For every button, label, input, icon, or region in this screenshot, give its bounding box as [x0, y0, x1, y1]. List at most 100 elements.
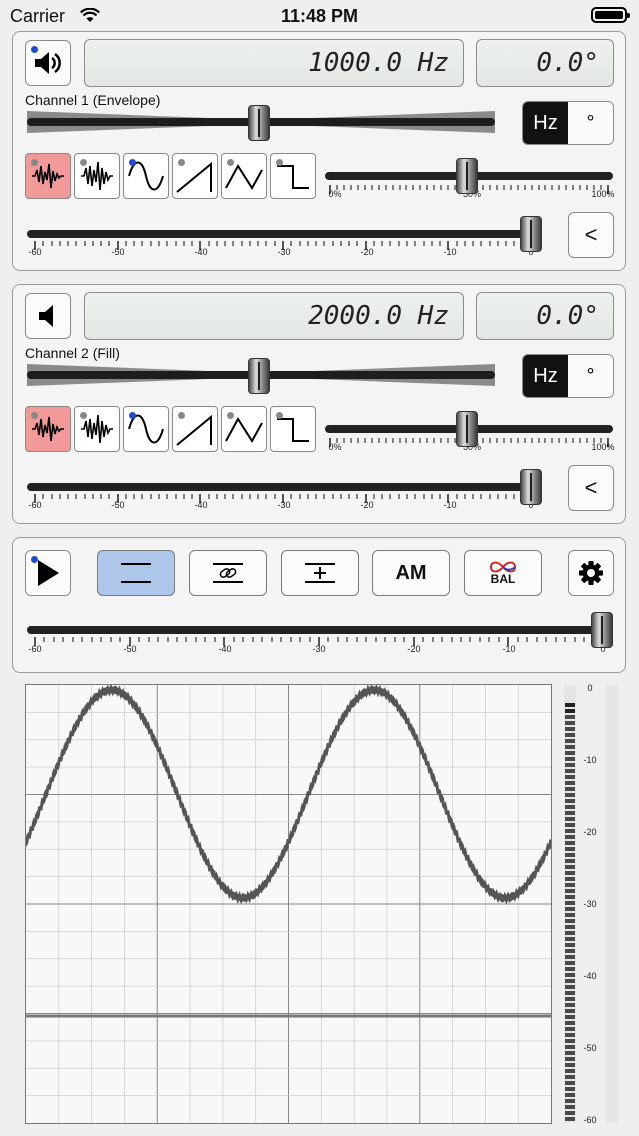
- meter-segment: [565, 745, 575, 749]
- am-button[interactable]: AM: [372, 550, 450, 596]
- mode-separate-button[interactable]: [97, 550, 175, 596]
- meter-segment: [565, 799, 575, 803]
- channel-2-fine-tune-knob[interactable]: [248, 358, 270, 394]
- channel-1-wave-white-noise[interactable]: [74, 153, 120, 199]
- meter-segment: [565, 721, 575, 725]
- channel-1-duty-knob[interactable]: [456, 158, 478, 194]
- channel-2-label: Channel 2 (Fill): [25, 345, 120, 361]
- meter-segment: [565, 913, 575, 917]
- balance-button[interactable]: BAL: [464, 550, 542, 596]
- meter-segment: [565, 715, 575, 719]
- meter-segment: [565, 991, 575, 995]
- meter-segment: [565, 1093, 575, 1097]
- level-label: -40: [194, 247, 208, 257]
- meter-segment: [565, 787, 575, 791]
- channel-1-panel: 1000.0 Hz 0.0° Channel 1 (Envelope) Hz °…: [12, 31, 626, 271]
- channel-2-wave-square[interactable]: [270, 406, 316, 452]
- channel-1-fine-tune-knob[interactable]: [248, 105, 270, 141]
- channel-1-wave-sine[interactable]: [123, 153, 169, 199]
- unit-hz-option[interactable]: Hz: [523, 355, 568, 397]
- speaker-on-icon: [35, 52, 61, 74]
- level-label: -40: [194, 500, 208, 510]
- sum-icon: [305, 563, 335, 583]
- mode-link-button[interactable]: [189, 550, 267, 596]
- meter-segment: [565, 811, 575, 815]
- meter-segment: [565, 967, 575, 971]
- channel-1-unit-toggle[interactable]: Hz °: [522, 101, 614, 145]
- play-button[interactable]: [25, 550, 71, 596]
- mode-sum-button[interactable]: [281, 550, 359, 596]
- meter-segment: [565, 979, 575, 983]
- meter-label: -40: [583, 971, 597, 981]
- meter-segment: [565, 757, 575, 761]
- meter-segment: [565, 1045, 575, 1049]
- duty-max-label: 100%: [591, 189, 615, 199]
- channel-1-phase-display[interactable]: 0.0°: [476, 39, 614, 87]
- channel-2-level-knob[interactable]: [520, 469, 542, 505]
- active-indicator: [31, 556, 38, 563]
- channel-2-wave-sawtooth[interactable]: [172, 406, 218, 452]
- speaker-muted-icon: [39, 305, 53, 327]
- meter-segment: [565, 943, 575, 947]
- channel-2-duty-knob[interactable]: [456, 411, 478, 447]
- battery-icon: [591, 7, 630, 23]
- level-meter-right-channel: [606, 685, 618, 1123]
- meter-segment: [565, 841, 575, 845]
- channel-1-wave-sawtooth[interactable]: [172, 153, 218, 199]
- level-label: -50: [111, 247, 125, 257]
- oscilloscope-display: [24, 683, 553, 1124]
- meter-label: 0: [587, 683, 593, 693]
- channel-1-frequency-display[interactable]: 1000.0 Hz: [84, 39, 464, 87]
- settings-button[interactable]: [568, 550, 614, 596]
- unit-degree-option[interactable]: °: [568, 355, 613, 397]
- meter-segment: [565, 793, 575, 797]
- level-label: -60: [28, 500, 42, 510]
- meter-label: -50: [583, 1043, 597, 1053]
- meter-segment: [565, 889, 575, 893]
- master-level-label: -50: [123, 644, 137, 654]
- channel-1-back-button[interactable]: <: [568, 212, 614, 258]
- level-meter-bars: [564, 685, 576, 1123]
- level-label: -50: [111, 500, 125, 510]
- channel-1-level-knob[interactable]: [520, 216, 542, 252]
- channel-1-wave-pink-noise[interactable]: [25, 153, 71, 199]
- channel-2-frequency-display[interactable]: 2000.0 Hz: [84, 292, 464, 340]
- channel-2-wave-pink-noise[interactable]: [25, 406, 71, 452]
- channel-1-wave-triangle[interactable]: [221, 153, 267, 199]
- meter-segment: [565, 1063, 575, 1067]
- meter-segment: [565, 835, 575, 839]
- unit-hz-option[interactable]: Hz: [523, 102, 568, 144]
- channel-2-speaker-button[interactable]: [25, 293, 71, 339]
- meter-segment: [565, 1033, 575, 1037]
- level-label: -30: [277, 500, 291, 510]
- meter-segment: [565, 955, 575, 959]
- meter-segment: [565, 1027, 575, 1031]
- meter-segment: [565, 775, 575, 779]
- meter-segment: [565, 1009, 575, 1013]
- channel-1-speaker-button[interactable]: [25, 40, 71, 86]
- channel-2-unit-toggle[interactable]: Hz °: [522, 354, 614, 398]
- channel-2-back-button[interactable]: <: [568, 465, 614, 511]
- meter-segment: [565, 817, 575, 821]
- meter-segment: [565, 703, 575, 707]
- channel-2-wave-triangle[interactable]: [221, 406, 267, 452]
- meter-segment: [565, 961, 575, 965]
- master-panel: AM BAL -60 -50 -40 -30 -20 -10 0: [12, 537, 626, 673]
- channel-2-phase-display[interactable]: 0.0°: [476, 292, 614, 340]
- channel-2-wave-sine[interactable]: [123, 406, 169, 452]
- meter-segment: [565, 1003, 575, 1007]
- meter-segment: [565, 949, 575, 953]
- channel-2-wave-white-noise[interactable]: [74, 406, 120, 452]
- channel-1-wave-square[interactable]: [270, 153, 316, 199]
- meter-segment: [565, 931, 575, 935]
- channel-2-panel: 2000.0 Hz 0.0° Channel 2 (Fill) Hz ° 0% …: [12, 284, 626, 524]
- unit-degree-option[interactable]: °: [568, 102, 613, 144]
- meter-segment: [565, 733, 575, 737]
- master-level-knob[interactable]: [591, 612, 613, 648]
- master-level-label: -20: [407, 644, 421, 654]
- meter-segment: [565, 709, 575, 713]
- channel-1-label: Channel 1 (Envelope): [25, 92, 161, 108]
- meter-segment: [565, 769, 575, 773]
- meter-segment: [565, 871, 575, 875]
- link-icon: [213, 563, 243, 583]
